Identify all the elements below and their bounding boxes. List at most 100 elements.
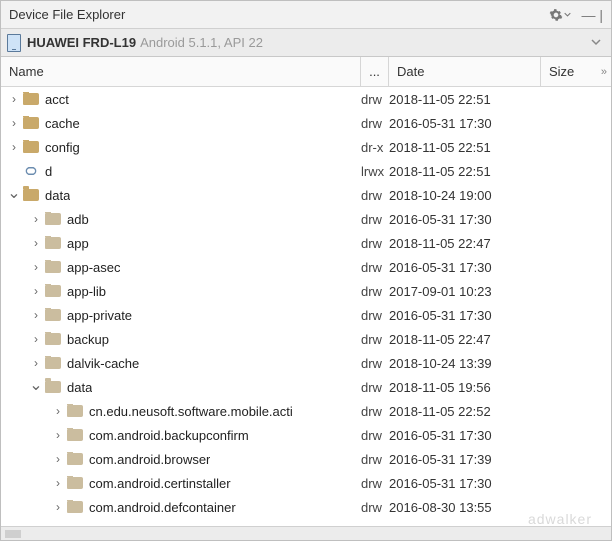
gear-icon[interactable] <box>549 8 571 22</box>
file-date: 2016-05-31 17:30 <box>389 212 541 227</box>
file-row[interactable]: ⌄ data drw2018-10-24 19:00 <box>1 183 611 207</box>
folder-icon <box>45 285 61 297</box>
column-size[interactable]: Size» <box>541 57 611 86</box>
file-date: 2017-09-01 10:23 <box>389 284 541 299</box>
column-name[interactable]: Name <box>1 57 361 86</box>
file-permissions: drw <box>361 188 389 203</box>
folder-icon <box>23 117 39 129</box>
hide-icon[interactable]: — | <box>581 7 603 23</box>
file-permissions: drw <box>361 236 389 251</box>
file-row[interactable]: ›com.android.defcontainerdrw2016-08-30 1… <box>1 495 611 519</box>
expand-toggle-icon[interactable]: › <box>29 260 43 274</box>
expand-toggle-icon[interactable]: › <box>51 404 65 418</box>
file-permissions: drw <box>361 284 389 299</box>
file-row[interactable]: ›com.android.certinstallerdrw2016-05-31 … <box>1 471 611 495</box>
expand-toggle-icon[interactable]: › <box>29 308 43 322</box>
collapse-toggle-icon[interactable]: ⌄ <box>7 185 21 203</box>
file-row[interactable]: › app-asec drw2016-05-31 17:30 <box>1 255 611 279</box>
file-name: cn.edu.neusoft.software.mobile.acti <box>89 404 293 419</box>
column-date[interactable]: Date <box>389 57 541 86</box>
file-name: com.android.defcontainer <box>89 500 236 515</box>
file-name: d <box>45 164 52 179</box>
file-date: 2018-11-05 22:47 <box>389 332 541 347</box>
file-name: acct <box>45 92 69 107</box>
file-name: app-private <box>67 308 132 323</box>
file-row[interactable]: ›cachedrw2016-05-31 17:30 <box>1 111 611 135</box>
file-date: 2018-11-05 19:56 <box>389 380 541 395</box>
folder-icon <box>67 477 83 489</box>
file-row[interactable]: ›adbdrw2016-05-31 17:30 <box>1 207 611 231</box>
file-permissions: drw <box>361 476 389 491</box>
file-date: 2018-11-05 22:51 <box>389 140 541 155</box>
device-icon <box>7 34 21 52</box>
file-row[interactable]: ›dlrwx2018-11-05 22:51 <box>1 159 611 183</box>
folder-icon <box>23 141 39 153</box>
file-name: com.android.browser <box>89 452 210 467</box>
window-title: Device File Explorer <box>9 7 549 22</box>
device-name: HUAWEI FRD-L19 <box>27 35 136 50</box>
file-permissions: drw <box>361 260 389 275</box>
file-name: com.android.certinstaller <box>89 476 231 491</box>
file-date: 2016-05-31 17:30 <box>389 116 541 131</box>
column-headers: Name ... Date Size» <box>1 57 611 87</box>
status-bar <box>1 526 611 540</box>
file-row[interactable]: ⌄datadrw2018-11-05 19:56 <box>1 375 611 399</box>
file-permissions: drw <box>361 92 389 107</box>
expand-toggle-icon[interactable]: › <box>29 212 43 226</box>
collapse-toggle-icon[interactable]: ⌄ <box>29 377 43 395</box>
file-permissions: drw <box>361 500 389 515</box>
folder-icon <box>67 501 83 513</box>
file-name: adb <box>67 212 89 227</box>
expand-toggle-icon[interactable]: › <box>7 116 21 130</box>
file-date: 2016-05-31 17:39 <box>389 452 541 467</box>
folder-icon <box>45 309 61 321</box>
folder-icon <box>45 333 61 345</box>
file-name: data <box>45 188 70 203</box>
device-bar[interactable]: HUAWEI FRD-L19 Android 5.1.1, API 22 <box>1 29 611 57</box>
file-date: 2018-10-24 13:39 <box>389 356 541 371</box>
expand-toggle-icon[interactable]: › <box>51 476 65 490</box>
expand-toggle-icon[interactable]: › <box>29 284 43 298</box>
folder-icon <box>67 429 83 441</box>
file-row[interactable]: ›cn.edu.neusoft.software.mobile.actidrw2… <box>1 399 611 423</box>
expand-toggle-icon[interactable]: › <box>51 428 65 442</box>
folder-icon <box>23 189 39 201</box>
file-date: 2016-05-31 17:30 <box>389 428 541 443</box>
column-overflow-icon[interactable]: » <box>601 66 607 78</box>
device-file-explorer-window: Device File Explorer — | HUAWEI FRD-L19 … <box>0 0 612 541</box>
titlebar-actions: — | <box>549 7 603 23</box>
expand-toggle-icon[interactable]: › <box>29 356 43 370</box>
file-date: 2018-10-24 19:00 <box>389 188 541 203</box>
file-row[interactable]: ›configdr-x2018-11-05 22:51 <box>1 135 611 159</box>
expand-toggle-icon[interactable]: › <box>29 332 43 346</box>
expand-toggle-icon[interactable]: › <box>7 92 21 106</box>
file-name: backup <box>67 332 109 347</box>
folder-icon <box>45 261 61 273</box>
file-row[interactable]: › acct drw2018-11-05 22:51 <box>1 87 611 111</box>
file-row[interactable]: › backup drw2018-11-05 22:47 <box>1 327 611 351</box>
file-row[interactable]: ›com.android.browserdrw2016-05-31 17:39 <box>1 447 611 471</box>
file-permissions: drw <box>361 356 389 371</box>
file-row[interactable]: ›com.android.backupconfirmdrw2016-05-31 … <box>1 423 611 447</box>
file-row[interactable]: › app-lib drw2017-09-01 10:23 <box>1 279 611 303</box>
file-name: app-asec <box>67 260 120 275</box>
file-permissions: drw <box>361 404 389 419</box>
file-row[interactable]: ›dalvik-cachedrw2018-10-24 13:39 <box>1 351 611 375</box>
file-name: app <box>67 236 89 251</box>
column-permissions[interactable]: ... <box>361 57 389 86</box>
file-date: 2018-11-05 22:51 <box>389 92 541 107</box>
expand-toggle-icon[interactable]: › <box>7 140 21 154</box>
expand-toggle-icon[interactable]: › <box>51 452 65 466</box>
device-info: Android 5.1.1, API 22 <box>140 35 263 50</box>
file-permissions: lrwx <box>361 164 389 179</box>
expand-toggle-icon[interactable]: › <box>51 500 65 514</box>
file-permissions: drw <box>361 332 389 347</box>
expand-toggle-icon[interactable]: › <box>29 236 43 250</box>
file-row[interactable]: ›appdrw2018-11-05 22:47 <box>1 231 611 255</box>
file-date: 2016-05-31 17:30 <box>389 260 541 275</box>
file-name: app-lib <box>67 284 106 299</box>
file-row[interactable]: ›app-privatedrw2016-05-31 17:30 <box>1 303 611 327</box>
file-tree[interactable]: ›acctdrw2018-11-05 22:51›cachedrw2016-05… <box>1 87 611 526</box>
file-date: 2018-11-05 22:51 <box>389 164 541 179</box>
device-dropdown-icon[interactable] <box>587 35 605 50</box>
